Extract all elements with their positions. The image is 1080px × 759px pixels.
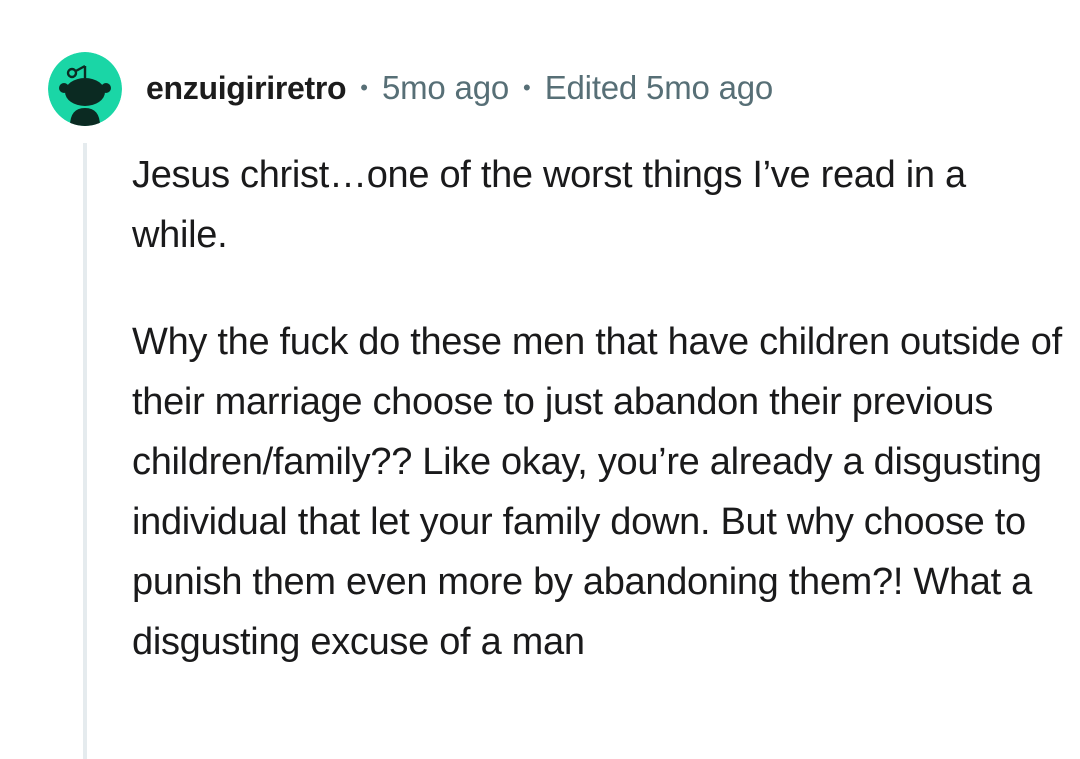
edited-time: Edited 5mo ago (544, 69, 774, 106)
comment-header: enzuigiriretro • 5mo ago • Edited 5mo ag… (146, 66, 773, 110)
posted-time[interactable]: 5mo ago (382, 69, 509, 107)
separator-dot: • (360, 75, 368, 100)
user-avatar-icon[interactable] (48, 52, 122, 126)
thread-line[interactable] (83, 143, 87, 759)
separator-dot: • (523, 75, 531, 100)
comment-paragraph: Jesus christ…one of the worst things I’v… (132, 154, 966, 256)
username-link[interactable]: enzuigiriretro (146, 70, 347, 107)
comment-paragraph: Why the fuck do these men that have chil… (132, 321, 1062, 663)
comment-body: Jesus christ…one of the worst things I’v… (132, 145, 1062, 672)
comment: enzuigiriretro • 5mo ago • Edited 5mo ag… (0, 0, 1080, 759)
